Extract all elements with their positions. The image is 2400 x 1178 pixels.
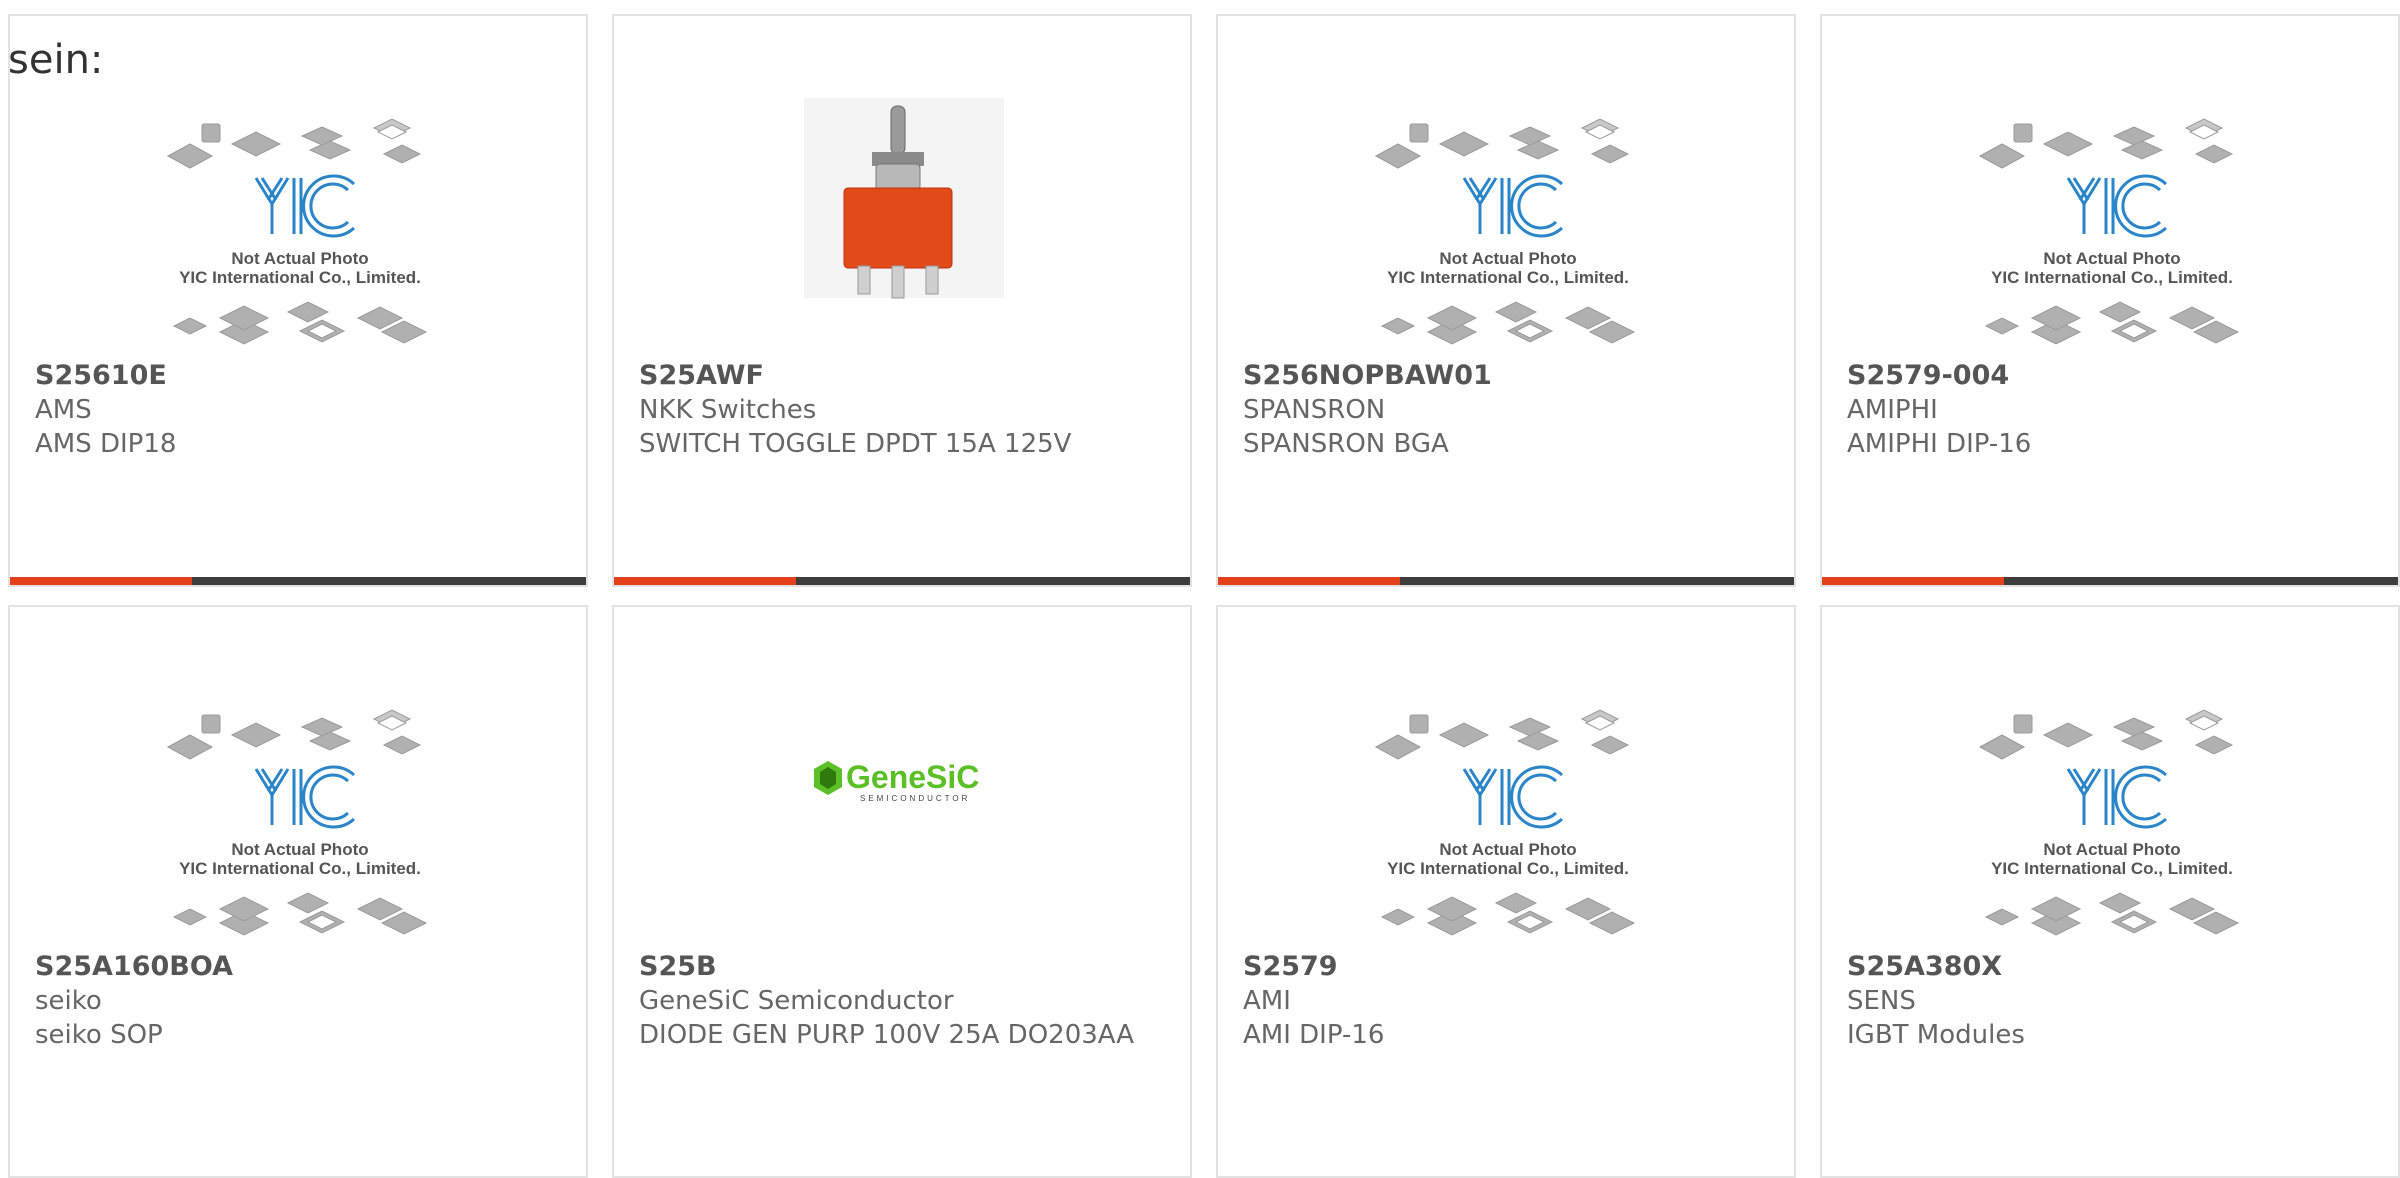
product-info: S25A160BOA seiko seiko SOP	[35, 950, 566, 1052]
product-image[interactable]: Not Actual Photo YIC International Co., …	[1218, 677, 1794, 957]
placeholder-photo: Not Actual Photo YIC International Co., …	[1978, 709, 2240, 936]
product-part-number[interactable]: S25A160BOA	[35, 950, 566, 984]
product-part-number[interactable]: S2579	[1243, 950, 1774, 984]
product-image[interactable]: Not Actual Photo YIC International Co., …	[10, 677, 586, 957]
product-manufacturer: SENS	[1847, 986, 1916, 1016]
placeholder-photo: Not Actual Photo YIC International Co., …	[1978, 118, 2240, 345]
product-image[interactable]	[614, 86, 1190, 366]
company-caption: YIC International Co., Limited.	[1387, 859, 1629, 878]
product-card[interactable]: S25AWF NKK Switches SWITCH TOGGLE DPDT 15A…	[612, 14, 1192, 587]
product-manufacturer: GeneSiC Semiconductor	[639, 986, 954, 1016]
product-part-number[interactable]: S25B	[639, 950, 1170, 984]
product-card[interactable]: GeneSiC SEMICONDUCTOR S25B GeneSiC Semico…	[612, 605, 1192, 1178]
product-manufacturer: AMS	[35, 395, 92, 425]
product-description: AMI DIP-16	[1243, 1020, 1385, 1050]
product-part-number[interactable]: S25AWF	[639, 359, 1170, 393]
card-footer-bar	[10, 577, 586, 585]
product-part-number[interactable]: S256NOPBAW01	[1243, 359, 1774, 393]
card-footer-accent	[614, 577, 796, 585]
product-manufacturer: AMIPHI	[1847, 395, 1938, 425]
placeholder-photo: Not Actual Photo YIC International Co., …	[1374, 709, 1636, 936]
placeholder-photo: Not Actual Photo YIC International Co., …	[1374, 118, 1636, 345]
product-image[interactable]: Not Actual Photo YIC International Co., …	[1218, 86, 1794, 366]
product-info: S256NOPBAW01 SPANSRON SPANSRON BGA	[1243, 359, 1774, 461]
card-footer-bar	[614, 577, 1190, 585]
product-description: SPANSRON BGA	[1243, 429, 1449, 459]
product-card[interactable]: Not Actual Photo YIC International Co., …	[1820, 605, 2400, 1178]
product-description: SWITCH TOGGLE DPDT 15A 125V	[639, 429, 1072, 459]
placeholder-photo: Not Actual Photo YIC International Co., …	[166, 118, 428, 345]
toggle-switch-photo	[804, 98, 1004, 299]
product-manufacturer: NKK Switches	[639, 395, 817, 425]
company-caption: YIC International Co., Limited.	[179, 268, 421, 287]
product-info: S25A380X SENS IGBT Modules	[1847, 950, 2378, 1052]
placeholder-photo: Not Actual Photo YIC International Co., …	[166, 709, 428, 936]
product-info: S2579 AMI AMI DIP-16	[1243, 950, 1774, 1052]
not-actual-photo-caption: Not Actual Photo	[1439, 840, 1576, 859]
product-manufacturer: seiko	[35, 986, 102, 1016]
product-description: seiko SOP	[35, 1020, 163, 1050]
genesic-logo-subtext: SEMICONDUCTOR	[860, 794, 970, 803]
genesic-logo-text: GeneSiC	[846, 759, 979, 795]
card-footer-bar	[1218, 577, 1794, 585]
product-part-number[interactable]: S25A380X	[1847, 950, 2378, 984]
product-card[interactable]: Not Actual Photo YIC International Co., …	[8, 605, 588, 1178]
not-actual-photo-caption: Not Actual Photo	[2043, 249, 2180, 268]
product-info: S25AWF NKK Switches SWITCH TOGGLE DPDT 15A…	[639, 359, 1170, 461]
company-caption: YIC International Co., Limited.	[179, 859, 421, 878]
product-manufacturer: AMI	[1243, 986, 1291, 1016]
product-card[interactable]: Not Actual Photo YIC International Co., …	[1216, 14, 1796, 587]
not-actual-photo-caption: Not Actual Photo	[231, 249, 368, 268]
product-info: S25610E AMS AMS DIP18	[35, 359, 566, 461]
product-card[interactable]: Not Actual Photo YIC International Co., …	[1216, 605, 1796, 1178]
product-part-number[interactable]: S2579-004	[1847, 359, 2378, 393]
product-info: S25B GeneSiC Semiconductor DIODE GEN PURP …	[639, 950, 1170, 1052]
product-description: AMIPHI DIP-16	[1847, 429, 2032, 459]
not-actual-photo-caption: Not Actual Photo	[1439, 249, 1576, 268]
product-image[interactable]: Not Actual Photo YIC International Co., …	[10, 86, 586, 366]
intro-text: sein:	[8, 37, 104, 83]
product-part-number[interactable]: S25610E	[35, 359, 566, 393]
card-footer-accent	[1218, 577, 1400, 585]
card-footer-bar	[1822, 577, 2398, 585]
product-card[interactable]: Not Actual Photo YIC International Co., …	[8, 14, 588, 587]
product-card[interactable]: Not Actual Photo YIC International Co., …	[1820, 14, 2400, 587]
not-actual-photo-caption: Not Actual Photo	[2043, 840, 2180, 859]
not-actual-photo-caption: Not Actual Photo	[231, 840, 368, 859]
product-info: S2579-004 AMIPHI AMIPHI DIP-16	[1847, 359, 2378, 461]
genesic-logo: GeneSiC SEMICONDUCTOR	[814, 759, 979, 803]
product-manufacturer: SPANSRON	[1243, 395, 1386, 425]
product-image[interactable]: Not Actual Photo YIC International Co., …	[1822, 677, 2398, 957]
product-description: AMS DIP18	[35, 429, 177, 459]
product-description: IGBT Modules	[1847, 1020, 2025, 1050]
company-caption: YIC International Co., Limited.	[1991, 268, 2233, 287]
product-description: DIODE GEN PURP 100V 25A DO203AA	[639, 1020, 1135, 1050]
card-footer-accent	[10, 577, 192, 585]
card-footer-accent	[1822, 577, 2004, 585]
product-image[interactable]: GeneSiC SEMICONDUCTOR	[614, 677, 1190, 957]
company-caption: YIC International Co., Limited.	[1991, 859, 2233, 878]
product-image[interactable]: Not Actual Photo YIC International Co., …	[1822, 86, 2398, 366]
company-caption: YIC International Co., Limited.	[1387, 268, 1629, 287]
